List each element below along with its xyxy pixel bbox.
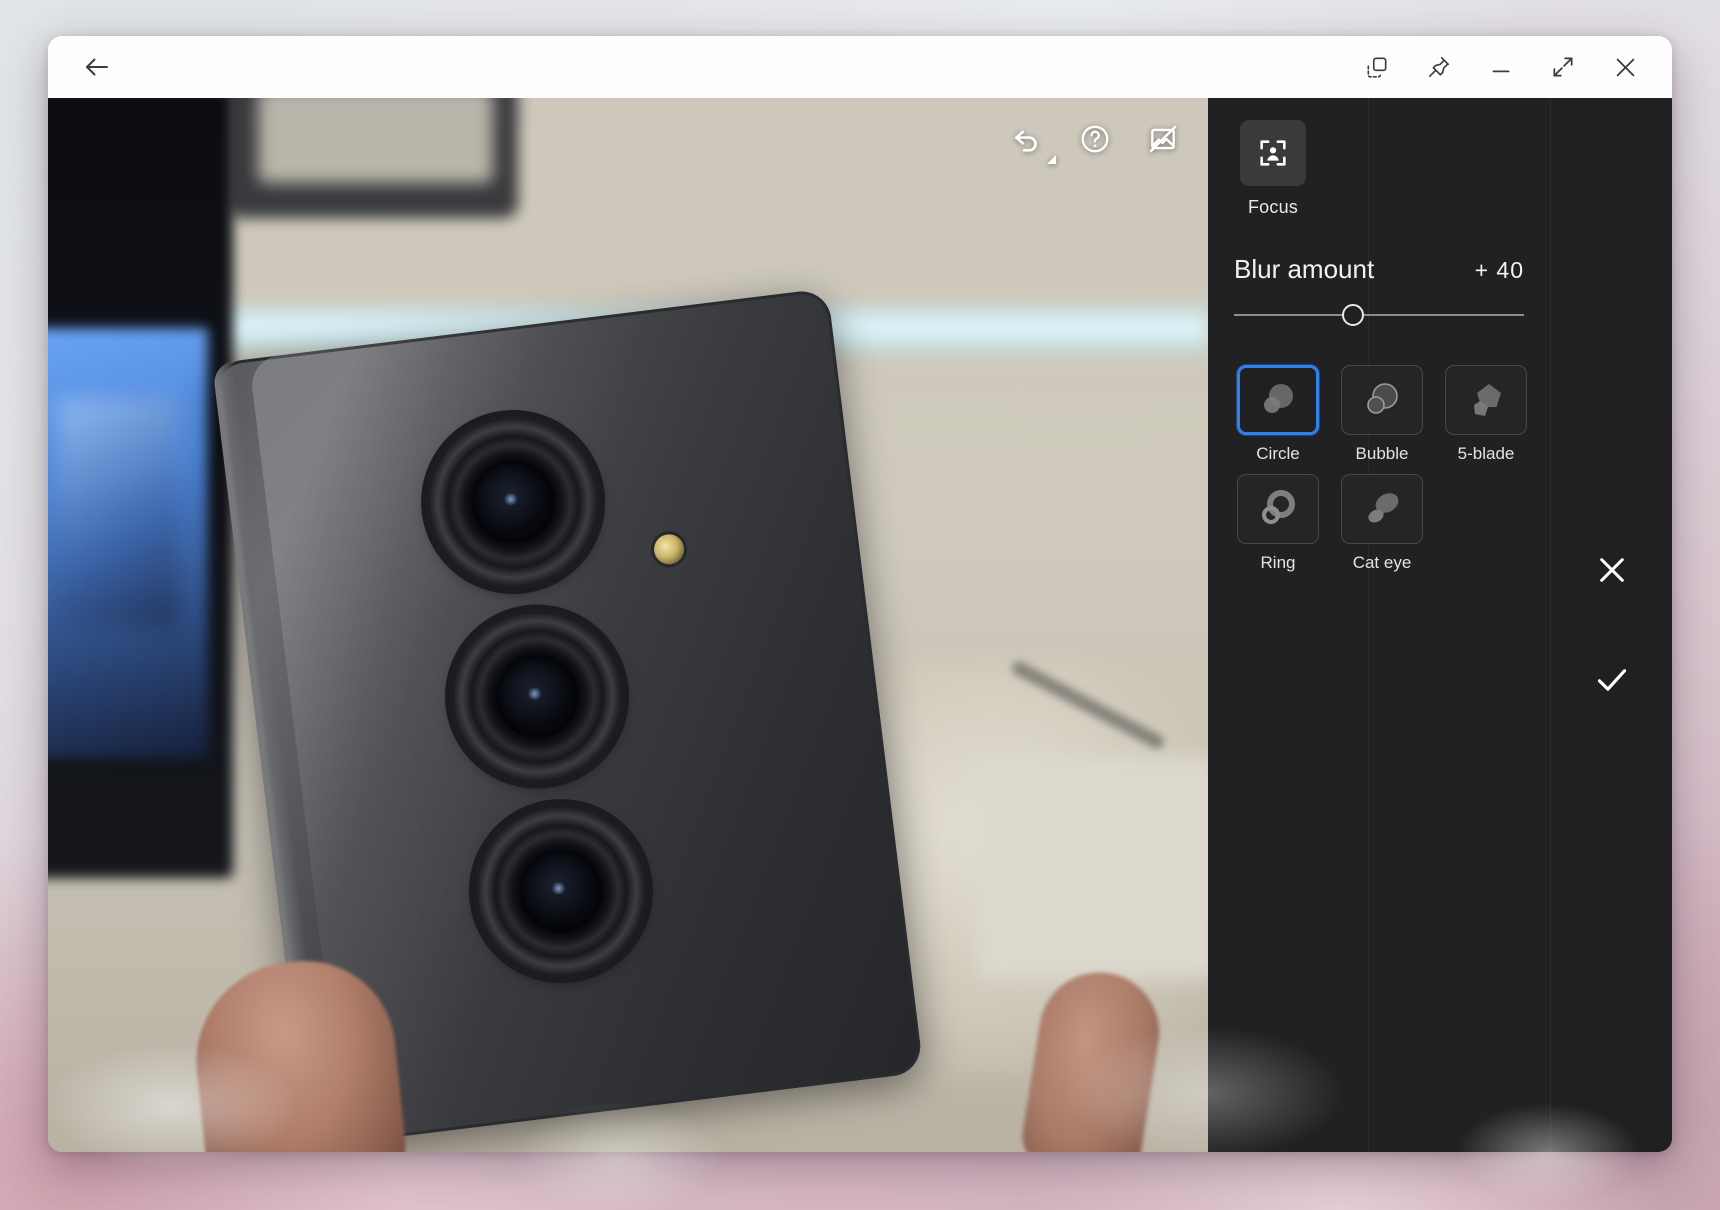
photo-toolbar xyxy=(1004,116,1186,164)
bokeh-bubble-icon xyxy=(1341,365,1423,435)
window-body: Focus Blur amount + 40 Circle Bubble 5-b… xyxy=(48,98,1672,1152)
slider-track xyxy=(1234,314,1524,316)
bokeh-5blade-icon xyxy=(1445,365,1527,435)
portrait-focus-icon xyxy=(1240,120,1306,186)
undo-icon[interactable] xyxy=(1004,116,1056,164)
background-blue-screen-glow xyxy=(58,398,178,628)
bokeh-style-5blade[interactable]: 5-blade xyxy=(1442,365,1530,464)
bokeh-style-label: Ring xyxy=(1260,553,1296,572)
back-arrow-icon[interactable] xyxy=(74,47,120,87)
bokeh-style-label: Circle xyxy=(1256,444,1300,463)
bokeh-style-bubble[interactable]: Bubble xyxy=(1338,365,1426,464)
bokeh-style-cateye[interactable]: Cat eye xyxy=(1338,474,1426,573)
help-circle-icon[interactable] xyxy=(1072,116,1118,162)
bokeh-style-label: 5-blade xyxy=(1457,444,1515,463)
apply-edit-button[interactable] xyxy=(1581,649,1643,711)
pin-icon[interactable] xyxy=(1416,47,1462,87)
window-title-bar xyxy=(48,36,1672,98)
focus-tool-button[interactable]: Focus xyxy=(1234,120,1312,218)
edit-panel-actions xyxy=(1550,98,1672,1152)
blur-amount-slider[interactable] xyxy=(1234,303,1524,327)
slider-thumb[interactable] xyxy=(1341,304,1364,326)
bokeh-style-label: Bubble xyxy=(1355,444,1409,463)
bokeh-style-label: Cat eye xyxy=(1352,553,1412,572)
background-white-box xyxy=(978,758,1208,978)
photo-canvas[interactable] xyxy=(48,98,1208,1152)
bokeh-style-grid: Circle Bubble 5-blade Ring Cat eye xyxy=(1208,365,1550,573)
bokeh-ring-icon xyxy=(1237,474,1319,544)
blur-amount-value: + 40 xyxy=(1474,257,1524,283)
photo-editor-window: Focus Blur amount + 40 Circle Bubble 5-b… xyxy=(48,36,1672,1152)
bokeh-style-ring[interactable]: Ring xyxy=(1234,474,1322,573)
cancel-edit-button[interactable] xyxy=(1581,539,1643,601)
maximize-icon[interactable] xyxy=(1540,47,1586,87)
undo-dropdown-caret-icon[interactable] xyxy=(1047,155,1056,164)
close-icon[interactable] xyxy=(1602,47,1648,87)
window-controls xyxy=(1354,47,1648,87)
tool-group: Focus xyxy=(1208,120,1550,218)
desktop-background: Focus Blur amount + 40 Circle Bubble 5-b… xyxy=(0,0,1720,1210)
image-off-icon[interactable] xyxy=(1140,116,1186,162)
bokeh-circle-icon xyxy=(1237,365,1319,435)
focus-tool-label: Focus xyxy=(1247,197,1299,217)
blur-amount-label: Blur amount xyxy=(1234,254,1375,284)
bokeh-style-circle[interactable]: Circle xyxy=(1234,365,1322,464)
blur-amount-control: Blur amount + 40 xyxy=(1208,254,1550,327)
minimize-icon[interactable] xyxy=(1478,47,1524,87)
bokeh-cateye-icon xyxy=(1341,474,1423,544)
background-frame-inner xyxy=(258,98,493,183)
edit-panel-main: Focus Blur amount + 40 Circle Bubble 5-b… xyxy=(1208,98,1550,1152)
edit-panel: Focus Blur amount + 40 Circle Bubble 5-b… xyxy=(1208,98,1672,1152)
duplicate-window-icon[interactable] xyxy=(1354,47,1400,87)
blur-amount-header: Blur amount + 40 xyxy=(1234,254,1524,285)
